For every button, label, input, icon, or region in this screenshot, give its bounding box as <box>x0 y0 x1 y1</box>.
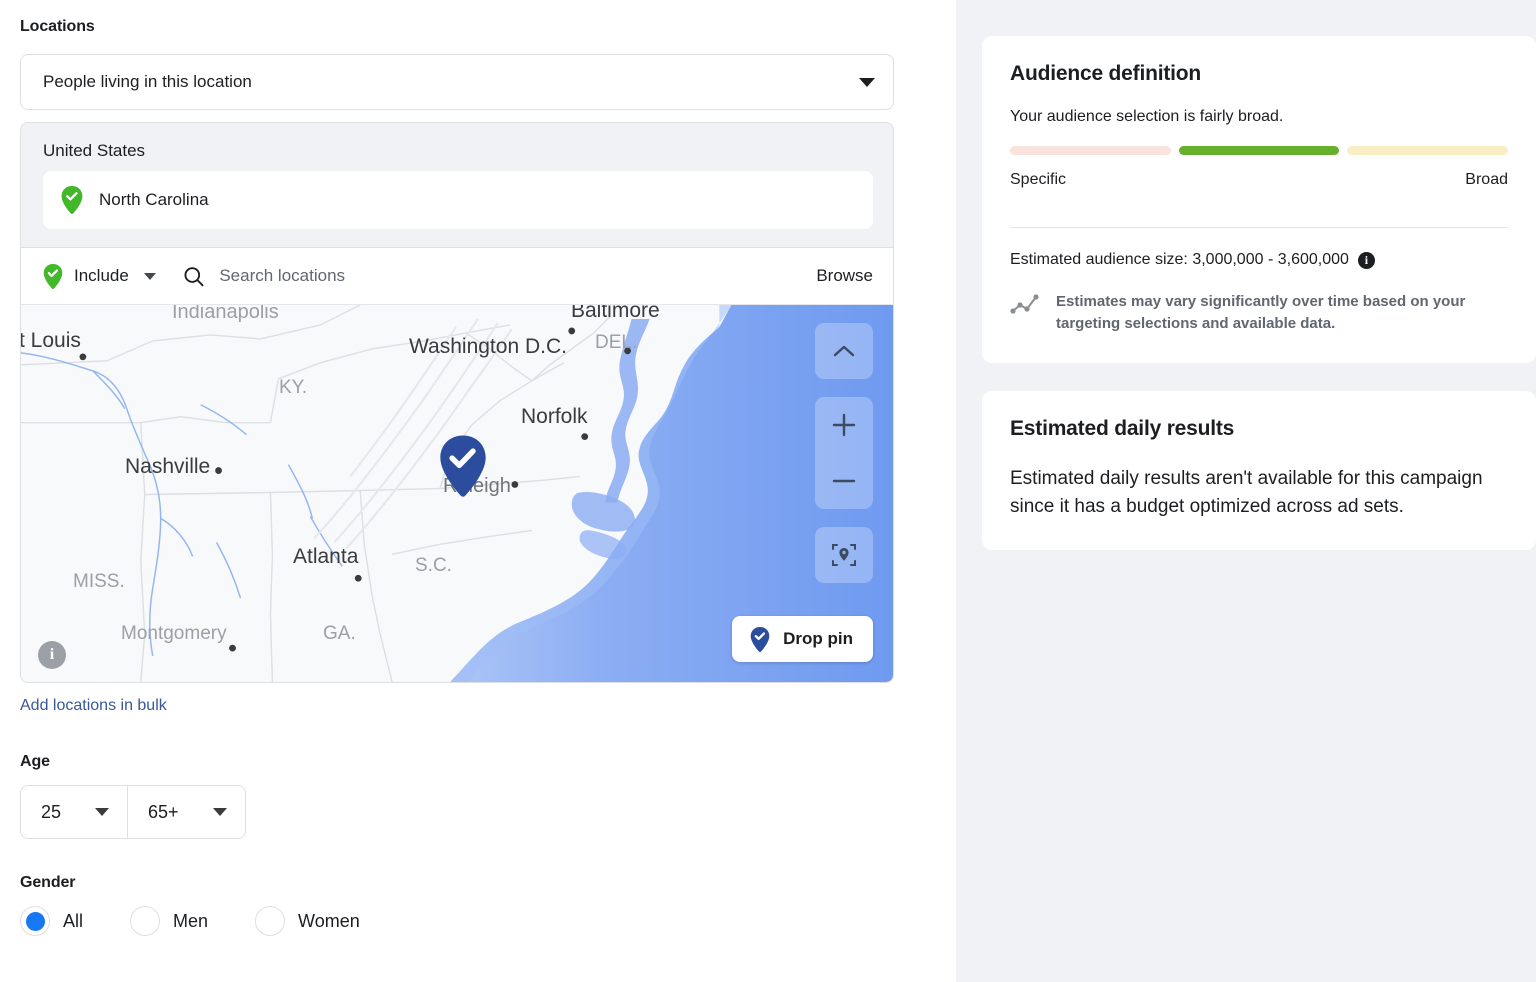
include-pin-icon <box>43 264 63 289</box>
map-zoom-out-button[interactable] <box>815 453 873 509</box>
meter-segment-active <box>1179 146 1340 155</box>
plus-icon <box>831 412 857 438</box>
drop-pin-button[interactable]: Drop pin <box>732 616 873 662</box>
search-icon <box>182 264 206 289</box>
meter-scale-labels: Specific Broad <box>1010 171 1508 189</box>
chevron-down-icon <box>95 808 109 816</box>
country-group-header: United States <box>21 123 893 171</box>
map-collapse-button[interactable] <box>815 323 873 379</box>
locate-pin-icon <box>830 541 858 569</box>
country-name: United States <box>43 141 145 160</box>
audience-definition-title: Audience definition <box>1010 62 1508 86</box>
radio-icon <box>130 906 160 936</box>
add-locations-in-bulk-link[interactable]: Add locations in bulk <box>20 697 167 715</box>
radio-icon <box>20 906 50 936</box>
chevron-down-icon <box>859 78 875 87</box>
drop-pin-icon <box>750 627 770 652</box>
include-search-row: Include Browse <box>21 247 893 304</box>
meter-label-specific: Specific <box>1010 171 1066 189</box>
radio-icon <box>255 906 285 936</box>
gender-option-all[interactable]: All <box>20 906 83 936</box>
ad-audience-editor: Locations People living in this location… <box>0 0 1536 982</box>
estimated-daily-results-title: Estimated daily results <box>1010 417 1508 441</box>
audience-definition-subtitle: Your audience selection is fairly broad. <box>1010 108 1508 126</box>
audience-breadth-meter <box>1010 146 1508 155</box>
browse-button[interactable]: Browse <box>816 266 873 286</box>
gender-option-label: Women <box>298 911 360 932</box>
map-selected-pin-icon[interactable] <box>439 435 487 497</box>
trend-line-icon <box>1010 293 1040 317</box>
location-type-select[interactable]: People living in this location <box>20 54 894 110</box>
chevron-up-icon <box>832 343 856 359</box>
estimated-daily-results-card: Estimated daily results Estimated daily … <box>982 391 1536 550</box>
map-locate-button[interactable] <box>815 527 873 583</box>
gender-option-label: All <box>63 911 83 932</box>
age-min-select[interactable]: 25 <box>21 786 127 838</box>
minus-icon <box>831 468 857 494</box>
selected-location-name: North Carolina <box>99 190 209 210</box>
location-type-value: People living in this location <box>43 72 859 92</box>
list-item[interactable]: North Carolina <box>43 171 873 229</box>
include-mode-label: Include <box>74 266 129 286</box>
locations-box: United States North Carolina <box>20 122 894 683</box>
gender-radio-group: All Men Women <box>20 906 956 936</box>
estimates-note-text: Estimates may vary significantly over ti… <box>1056 291 1508 335</box>
chevron-down-icon <box>144 273 156 280</box>
estimated-audience-size-row: Estimated audience size: 3,000,000 - 3,6… <box>1010 251 1508 269</box>
gender-option-men[interactable]: Men <box>130 906 208 936</box>
location-search-wrap <box>182 264 816 289</box>
drop-pin-label: Drop pin <box>783 629 853 649</box>
map-controls <box>815 323 873 583</box>
selected-locations-list: North Carolina <box>21 171 893 247</box>
chevron-down-icon <box>213 808 227 816</box>
search-input[interactable] <box>219 266 816 286</box>
age-max-select[interactable]: 65+ <box>127 786 245 838</box>
include-mode-dropdown[interactable]: Include <box>43 264 156 289</box>
estimates-right-panel: Audience definition Your audience select… <box>956 0 1536 982</box>
age-min-value: 25 <box>41 802 61 823</box>
audience-definition-card: Audience definition Your audience select… <box>982 36 1536 363</box>
map-zoom-controls <box>815 397 873 509</box>
meter-label-broad: Broad <box>1465 171 1508 189</box>
map-zoom-in-button[interactable] <box>815 397 873 453</box>
locations-heading: Locations <box>20 18 956 36</box>
age-range-control: 25 65+ <box>20 785 246 839</box>
gender-option-label: Men <box>173 911 208 932</box>
location-map[interactable]: t Louis Indianapolis Baltimore Washingto… <box>21 304 893 682</box>
card-divider <box>1010 227 1508 228</box>
gender-heading: Gender <box>20 874 956 892</box>
meter-segment-broad <box>1347 146 1508 155</box>
info-icon[interactable]: i <box>1358 252 1375 269</box>
targeting-left-panel: Locations People living in this location… <box>0 0 956 982</box>
estimated-audience-size-text: Estimated audience size: 3,000,000 - 3,6… <box>1010 251 1349 269</box>
location-pin-included-icon <box>61 186 83 214</box>
age-max-value: 65+ <box>148 802 179 823</box>
estimated-daily-results-body: Estimated daily results aren't available… <box>1010 465 1508 522</box>
meter-segment-specific <box>1010 146 1171 155</box>
estimates-note: Estimates may vary significantly over ti… <box>1010 291 1508 335</box>
age-heading: Age <box>20 753 956 771</box>
gender-option-women[interactable]: Women <box>255 906 360 936</box>
map-info-badge[interactable]: i <box>38 641 66 669</box>
